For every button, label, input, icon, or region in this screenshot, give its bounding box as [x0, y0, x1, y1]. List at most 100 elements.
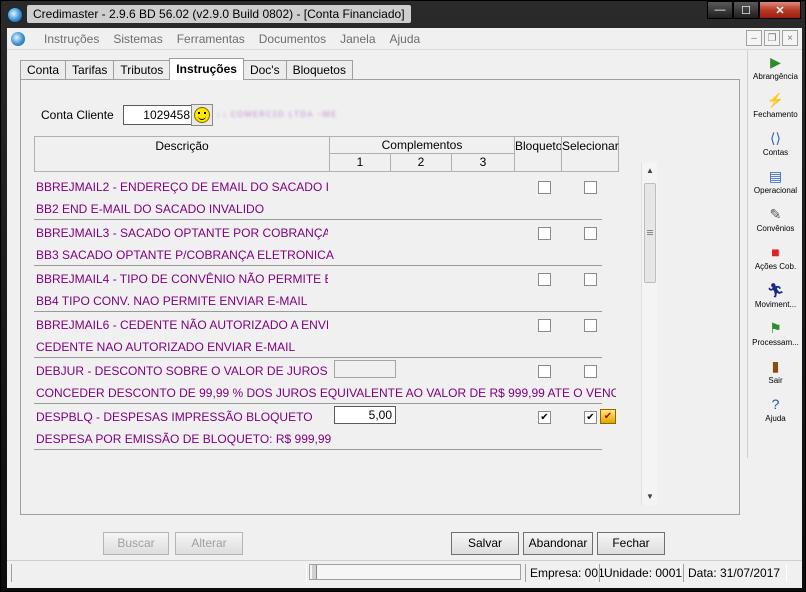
toolbar-sair[interactable]: ▮ Sair	[748, 356, 803, 393]
row-instruction-code: BBREJMAIL6 - CEDENTE NÃO AUTORIZADO A EN…	[36, 318, 328, 332]
menu-ajuda[interactable]: Ajuda	[383, 28, 428, 50]
minimize-button[interactable]: —	[707, 1, 733, 19]
conta-cliente-input[interactable]: 1029458	[123, 105, 195, 125]
selecionar-checkbox[interactable]	[584, 365, 597, 378]
selecionar-checkbox[interactable]	[584, 227, 597, 240]
header-bloqueto[interactable]: Bloqueto	[514, 136, 562, 172]
window-title: Credimaster - 2.9.6 BD 56.02 (v2.9.0 Bui…	[27, 5, 411, 23]
menu-janela[interactable]: Janela	[333, 28, 382, 50]
tab-conta[interactable]: Conta	[20, 60, 67, 80]
toolbar-movimento[interactable]: 🏃︎ Moviment...	[748, 280, 803, 317]
toolbar-abrangencia[interactable]: ▶ Abrangência	[748, 52, 803, 89]
row-instruction-text: DESPESA POR EMISSÃO DE BLOQUETO: R$ 999,…	[36, 432, 332, 446]
bloqueto-checkbox[interactable]	[538, 181, 551, 194]
bloqueto-checkbox[interactable]	[538, 227, 551, 240]
client-name-blurred: ᵢ ᵢ ᴄᴏᴍᴇʀᴄɪᴏ ʟᴛᴅᴀ -ᴍᴇ	[217, 108, 338, 120]
row-instruction-code: BBREJMAIL4 - TIPO DE CONVÊNIO NÃO PERMIT…	[36, 272, 328, 286]
toolbar-label: Abrangência	[753, 72, 798, 81]
tab-instrucoes[interactable]: Instruções	[169, 58, 244, 80]
menu-bar: Instruções Sistemas Ferramentas Document…	[7, 28, 802, 50]
abrangencia-icon: ▶	[770, 54, 781, 70]
toolbar-label: Ajuda	[765, 414, 786, 423]
smiley-icon	[194, 107, 210, 123]
bloqueto-checkbox[interactable]	[538, 411, 551, 424]
mdi-minimize-button[interactable]: –	[746, 30, 762, 46]
row-instruction-text: BB3 SACADO OPTANTE P/COBRANÇA ELETRONICA	[36, 248, 334, 262]
header-complemento-3[interactable]: 3	[451, 153, 515, 172]
table-row[interactable]: BBREJMAIL2 - ENDEREÇO DE EMAIL DO SACADO…	[34, 174, 624, 220]
selecionar-checkbox[interactable]	[584, 411, 597, 424]
edit-icon[interactable]: ✔	[600, 409, 616, 424]
scroll-up-arrow-icon[interactable]: ▲	[642, 163, 658, 179]
scroll-thumb[interactable]	[644, 183, 656, 283]
status-panel-empty	[11, 564, 307, 582]
alterar-button[interactable]: Alterar	[175, 532, 243, 555]
tab-tarifas[interactable]: Tarifas	[65, 60, 115, 80]
app-logo-icon	[7, 7, 23, 23]
processamento-icon: ⚑	[769, 320, 782, 336]
menu-instrucoes[interactable]: Instruções	[37, 28, 106, 50]
menu-ferramentas[interactable]: Ferramentas	[170, 28, 252, 50]
toolbar-ajuda[interactable]: ? Ajuda	[748, 394, 803, 431]
tab-strip: Conta Tarifas Tributos Instruções Doc's …	[20, 58, 353, 80]
complemento-1-input[interactable]	[334, 360, 396, 378]
toolbar-operacional[interactable]: ▤ Operacional	[748, 166, 803, 203]
fechar-button[interactable]: Fechar	[597, 532, 665, 555]
toolbar-convenios[interactable]: ✎ Convênios	[748, 204, 803, 241]
maximize-button[interactable]: ☐	[733, 1, 759, 19]
toolbar-contas[interactable]: ⟨⟩ Contas	[748, 128, 803, 165]
toolbar-label: Sair	[768, 376, 783, 385]
grip-icon	[647, 230, 653, 231]
acoes-cob-icon: ■	[771, 244, 780, 260]
row-divider	[34, 449, 602, 450]
selecionar-checkbox[interactable]	[584, 181, 597, 194]
header-selecionar[interactable]: Selecionar	[561, 136, 619, 172]
table-row[interactable]: DESPBLQ - DESPESAS IMPRESSÃO BLOQUETO 5,…	[34, 404, 624, 450]
buscar-button[interactable]: Buscar	[103, 532, 169, 555]
tab-docs[interactable]: Doc's	[242, 60, 287, 80]
header-descricao[interactable]: Descrição	[34, 136, 330, 172]
table-row[interactable]: DEBJUR - DESCONTO SOBRE O VALOR DE JUROS…	[34, 358, 624, 404]
menu-sistemas[interactable]: Sistemas	[106, 28, 169, 50]
table-row[interactable]: BBREJMAIL4 - TIPO DE CONVÊNIO NÃO PERMIT…	[34, 266, 624, 312]
mdi-close-button[interactable]: ×	[782, 30, 798, 46]
tab-tributos[interactable]: Tributos	[113, 60, 171, 80]
header-complementos[interactable]: Complementos	[329, 136, 515, 154]
header-complemento-2[interactable]: 2	[390, 153, 452, 172]
grid-scrollbar[interactable]: ▲ ▼	[641, 163, 657, 505]
abandonar-button[interactable]: Abandonar	[523, 532, 593, 555]
scroll-down-arrow-icon[interactable]: ▼	[642, 489, 658, 505]
salvar-button[interactable]: Salvar	[451, 532, 519, 555]
toolbar-label: Ações Cob.	[754, 262, 797, 271]
status-unidade: Unidade: 0001	[599, 564, 682, 582]
status-data: Data: 31/07/2017	[683, 564, 787, 582]
tab-bloquetos[interactable]: Bloquetos	[285, 60, 353, 80]
toolbar-fechamento[interactable]: ⚡ Fechamento	[748, 90, 803, 127]
operacional-icon: ▤	[768, 168, 783, 184]
toolbar-label: Convênios	[756, 224, 795, 233]
table-row[interactable]: BBREJMAIL6 - CEDENTE NÃO AUTORIZADO A EN…	[34, 312, 624, 358]
instructions-grid: Descrição Complementos 1 2 3 Bloqueto Se…	[29, 136, 641, 478]
complemento-1-input[interactable]: 5,00	[334, 406, 396, 424]
client-area: Instruções Sistemas Ferramentas Document…	[7, 28, 802, 588]
mdi-document-icon[interactable]	[11, 32, 25, 46]
menu-items: Instruções Sistemas Ferramentas Document…	[37, 28, 427, 50]
fechamento-icon: ⚡	[766, 92, 785, 108]
toolbar-processamento[interactable]: ⚑ Processam...	[748, 318, 803, 355]
close-button[interactable]: ✕	[759, 1, 801, 19]
table-row[interactable]: BBREJMAIL3 - SACADO OPTANTE POR COBRANÇA…	[34, 220, 624, 266]
contas-icon: ⟨⟩	[770, 130, 781, 146]
selecionar-checkbox[interactable]	[584, 273, 597, 286]
menu-documentos[interactable]: Documentos	[252, 28, 333, 50]
ajuda-icon: ?	[771, 396, 780, 412]
header-complemento-1[interactable]: 1	[329, 153, 391, 172]
bloqueto-checkbox[interactable]	[538, 273, 551, 286]
app-window: Credimaster - 2.9.6 BD 56.02 (v2.9.0 Bui…	[0, 0, 806, 592]
bloqueto-checkbox[interactable]	[538, 319, 551, 332]
toolbar-acoes-cob[interactable]: ■ Ações Cob.	[748, 242, 803, 279]
bloqueto-checkbox[interactable]	[538, 365, 551, 378]
client-lookup-button[interactable]	[191, 104, 213, 126]
selecionar-checkbox[interactable]	[584, 319, 597, 332]
mdi-restore-button[interactable]: ❐	[764, 30, 780, 46]
title-bar[interactable]: Credimaster - 2.9.6 BD 56.02 (v2.9.0 Bui…	[1, 1, 806, 27]
